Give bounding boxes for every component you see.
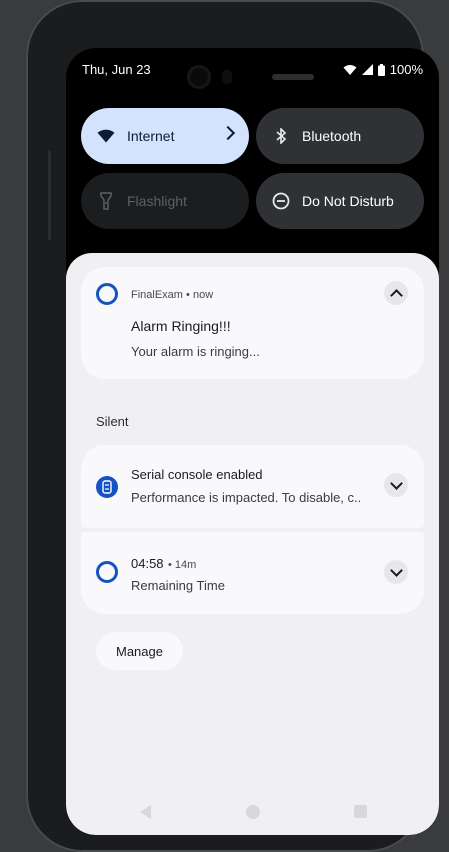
tile-do-not-disturb[interactable]: Do Not Disturb (256, 173, 424, 229)
notification-alarm[interactable]: FinalExam • now Alarm Ringing!!! Your al… (81, 267, 424, 379)
cell-signal-icon (361, 64, 373, 75)
tile-dnd-label: Do Not Disturb (302, 193, 394, 209)
manage-button[interactable]: Manage (96, 632, 183, 670)
app-icon (96, 283, 118, 305)
tile-bluetooth[interactable]: Bluetooth (256, 108, 424, 164)
separator-dot: • (186, 289, 193, 301)
notification-title: Serial console enabled (131, 467, 263, 482)
tile-internet-label: Internet (127, 128, 175, 144)
tile-internet[interactable]: Internet (81, 108, 249, 164)
recents-icon[interactable] (354, 805, 367, 818)
tile-flashlight-label: Flashlight (127, 193, 187, 209)
notification-time: 14m (174, 559, 197, 571)
notification-text: Remaining Time (131, 578, 225, 593)
chevron-down-icon (389, 476, 403, 490)
silent-section-label: Silent (96, 414, 129, 429)
left-side-button (48, 150, 51, 240)
notification-timer[interactable]: 04:58 • 14m Remaining Time (81, 532, 424, 614)
tile-bluetooth-label: Bluetooth (302, 128, 362, 144)
notification-text: Performance is impacted. To disable, c.. (131, 490, 362, 505)
collapse-button[interactable] (384, 281, 408, 305)
bluetooth-icon (270, 125, 292, 147)
screen: Thu, Jun 23 100% Internet Bluetooth Flas… (66, 48, 439, 835)
expand-button[interactable] (384, 473, 408, 497)
home-icon[interactable] (246, 805, 260, 819)
notification-title: 04:58 (131, 556, 164, 571)
battery-percent: 100% (389, 62, 423, 77)
wifi-icon (95, 125, 117, 147)
wifi-icon (343, 64, 357, 75)
tile-flashlight[interactable]: Flashlight (81, 173, 249, 229)
flashlight-icon (95, 190, 117, 212)
status-bar: Thu, Jun 23 100% (82, 62, 423, 78)
notification-app-name: FinalExam (131, 289, 183, 301)
battery-icon (377, 63, 385, 76)
status-icons: 100% (343, 62, 423, 77)
do-not-disturb-icon (270, 190, 292, 212)
expand-button[interactable] (384, 560, 408, 584)
separator-dot: • (168, 559, 175, 571)
app-icon (96, 561, 118, 583)
notification-header: FinalExam • now (131, 289, 213, 301)
notification-title: Alarm Ringing!!! (131, 318, 231, 334)
notification-header: 04:58 • 14m (131, 555, 196, 573)
phone-frame: Thu, Jun 23 100% Internet Bluetooth Flas… (26, 0, 439, 852)
status-date: Thu, Jun 23 (82, 62, 151, 77)
chevron-down-icon (389, 563, 403, 577)
chevron-right-icon (220, 125, 236, 141)
navigation-bar (66, 801, 439, 821)
chevron-up-icon (389, 288, 403, 302)
notification-text: Your alarm is ringing... (131, 344, 260, 359)
back-icon[interactable] (140, 805, 151, 819)
notification-panel: FinalExam • now Alarm Ringing!!! Your al… (66, 253, 439, 835)
serial-console-icon (96, 476, 118, 498)
notification-time: now (192, 289, 214, 301)
notification-serial-console[interactable]: Serial console enabled Performance is im… (81, 445, 424, 528)
